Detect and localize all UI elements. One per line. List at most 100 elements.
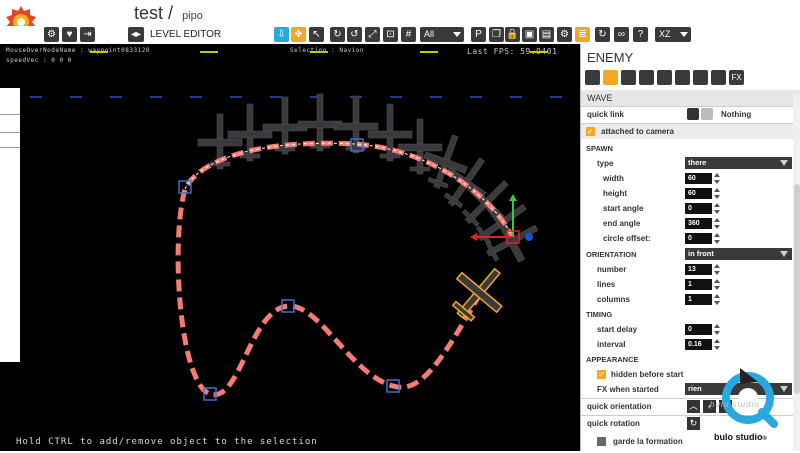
title-separator: / [168,3,174,23]
copy-button[interactable]: ❐ [489,27,504,42]
exit-button[interactable]: ⇥ [80,27,95,42]
end-angle-stepper[interactable] [714,218,720,229]
scene-canvas[interactable] [0,44,580,451]
select-tool-button[interactable]: ↖ [309,27,324,42]
garde-checkbox[interactable] [597,437,606,446]
fx-icon[interactable]: FX [729,70,744,85]
panel-scrollbar[interactable] [793,94,800,451]
move-tool-button[interactable]: ✥ [291,27,306,42]
scale-tool-button[interactable]: ⤢ [365,27,380,42]
unlink-icon[interactable] [701,108,713,120]
object-mode-button[interactable]: ≣ [575,27,590,42]
layer-select[interactable]: All [420,27,464,42]
p-icon: P [475,29,482,40]
end-angle-field[interactable]: 360 [685,218,712,229]
start-delay-row: start delay 0 [581,322,791,337]
hidden-checkbox[interactable]: ✓ [597,370,606,379]
type-select[interactable]: there [685,157,792,169]
chevron-down-icon [780,251,788,257]
start-delay-field[interactable]: 0 [685,324,712,335]
fx-label: FX when started [597,385,659,394]
axis-handle-icon [525,233,533,241]
left-side-panel[interactable] [0,88,20,362]
attached-row: ✓ attached to camera [581,124,793,139]
bomb-icon[interactable] [711,70,726,85]
editor-switch-button[interactable]: ◂▸ [128,27,144,42]
orientation-select[interactable]: in front [685,248,792,260]
chevron-down-icon [453,32,461,37]
gear-icon[interactable] [585,70,600,85]
favorites-button[interactable]: ♥ [62,27,77,42]
chevron-down-icon [680,32,688,37]
circle-offset-field[interactable]: 0 [685,233,712,244]
save-button[interactable]: ▤ [539,27,554,42]
copy-icon[interactable] [693,70,708,85]
snap-icon: ⊡ [386,29,395,40]
circle-offset-row: circle offset: 0 [581,231,791,246]
divider [0,114,20,115]
attached-checkbox[interactable]: ✓ [586,127,595,136]
width-stepper[interactable] [714,173,720,184]
height-field[interactable]: 60 [685,188,712,199]
lines-stepper[interactable] [714,279,720,290]
left-arrow-icon [470,233,477,241]
number-field[interactable]: 13 [685,264,712,275]
lines-field[interactable]: 1 [685,279,712,290]
interval-field[interactable]: 0.16 [685,339,712,350]
play-button[interactable]: P [471,27,486,42]
lock-icon: 🔒 [506,29,519,40]
wave-icon[interactable] [603,70,618,85]
grid-icon: # [405,29,412,40]
quick-rotation-label: quick rotation [587,419,640,428]
enemy-formation[interactable] [197,93,547,273]
layers-icon[interactable] [621,70,636,85]
gear-icon: ⚙ [47,29,56,40]
columns-row: columns 1 [581,292,791,307]
circle-offset-stepper[interactable] [714,233,720,244]
link-icon[interactable] [675,70,690,85]
waypoints[interactable] [178,138,400,401]
scrollbar-thumb[interactable] [794,184,800,394]
axis-select[interactable]: XZ [655,27,691,42]
panel-title: ENEMY [587,50,634,65]
width-field[interactable]: 60 [685,173,712,184]
camera-button[interactable]: ▣ [522,27,537,42]
orientation-header: ORIENTATION [586,250,637,259]
watermark-line2: bulo studio [710,400,760,409]
settings-button[interactable]: ⚙ [44,27,59,42]
pin-icon[interactable] [657,70,672,85]
help-button[interactable]: ? [633,27,648,42]
link-icon[interactable] [687,108,699,120]
undo-button[interactable]: ↺ [347,27,362,42]
number-stepper[interactable] [714,264,720,275]
rotate-tool-button[interactable]: ↻ [330,27,345,42]
options-button[interactable]: ⚙ [557,27,572,42]
start-delay-stepper[interactable] [714,324,720,335]
interval-label: interval [597,340,626,349]
link-button[interactable]: ∞ [614,27,629,42]
viewport-guide-marks [30,51,562,98]
selected-plane[interactable] [440,254,517,332]
lock-button[interactable]: 🔒 [505,27,520,42]
rotate-icon[interactable]: ↻ [687,417,700,430]
interval-stepper[interactable] [714,339,720,350]
import-button[interactable]: ⇩ [274,27,289,42]
pointer-icon: ↖ [312,29,321,40]
person-icon[interactable] [639,70,654,85]
columns-field[interactable]: 1 [685,294,712,305]
snap-button[interactable]: ⊡ [383,27,398,42]
arrows-icon: ◂▸ [130,29,142,40]
start-angle-field[interactable]: 0 [685,203,712,214]
start-angle-stepper[interactable] [714,203,720,214]
columns-stepper[interactable] [714,294,720,305]
help-icon: ? [637,29,644,40]
scene-viewport[interactable]: MouseOverNodeName : waypoint0833120 Sele… [0,44,580,451]
grid-button[interactable]: # [401,27,416,42]
waypoint-path[interactable] [175,140,515,398]
chevron-up-icon[interactable]: ︿ [687,400,700,413]
divider [0,147,20,148]
height-stepper[interactable] [714,188,720,199]
refresh-button[interactable]: ↻ [595,27,610,42]
rotate-icon: ↻ [333,29,342,40]
exit-icon: ⇥ [83,29,92,40]
